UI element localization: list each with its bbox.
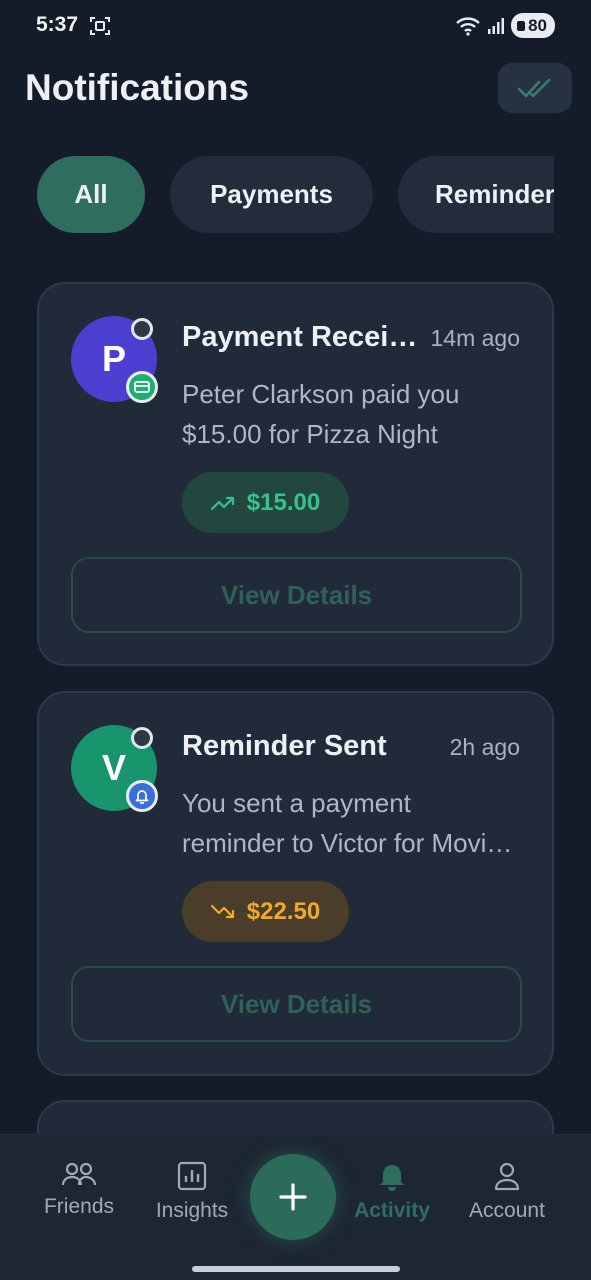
filter-chips: All Payments Reminders xyxy=(37,156,554,234)
filter-chip-reminders[interactable]: Reminders xyxy=(398,156,554,233)
wifi-icon xyxy=(456,16,480,36)
screenshot-icon xyxy=(90,17,110,35)
friends-icon xyxy=(61,1162,97,1186)
home-indicator xyxy=(192,1266,400,1272)
status-bar: 5:37 80 xyxy=(0,0,591,52)
battery-icon xyxy=(517,20,526,31)
nav-label: Account xyxy=(469,1199,545,1222)
bell-icon xyxy=(380,1165,404,1191)
trending-down-icon xyxy=(210,904,234,918)
filter-chip-payments[interactable]: Payments xyxy=(170,156,373,233)
amount-value: $22.50 xyxy=(246,897,321,925)
nav-label: Insights xyxy=(155,1199,229,1222)
add-expense-button[interactable] xyxy=(250,1154,336,1240)
nav-friends[interactable]: Friends xyxy=(24,1161,134,1219)
amount-pill: $15.00 xyxy=(182,472,349,533)
plus-icon xyxy=(279,1183,307,1211)
trending-up-icon xyxy=(210,496,234,510)
filter-chip-all[interactable]: All xyxy=(37,156,145,233)
status-dot xyxy=(131,727,153,749)
amount-value: $15.00 xyxy=(246,488,321,516)
notification-message: You sent a payment reminder to Victor fo… xyxy=(182,788,501,858)
reminder-badge xyxy=(126,780,158,812)
notification-title: Payment Received xyxy=(182,321,418,353)
nav-label: Activity xyxy=(354,1199,430,1222)
view-details-button[interactable]: View Details xyxy=(71,557,522,633)
view-details-button[interactable]: View Details xyxy=(71,966,522,1042)
bottom-nav: Friends Insights Activity Account xyxy=(0,1134,591,1280)
amount-pill: $22.50 xyxy=(182,881,349,942)
battery-level: 80 xyxy=(528,15,547,35)
nav-label: Friends xyxy=(43,1195,115,1218)
nav-activity[interactable]: Activity xyxy=(337,1161,447,1223)
notification-message: Peter Clarkson paid you $15.00 for Pizza… xyxy=(182,379,460,449)
payment-badge xyxy=(126,371,158,403)
bell-icon xyxy=(135,790,149,804)
notification-time: 14m ago xyxy=(430,325,520,351)
nav-account[interactable]: Account xyxy=(452,1161,562,1223)
status-time: 5:37 xyxy=(36,13,79,36)
notification-card[interactable]: V Reminder Sent 2h ago You sent a paymen… xyxy=(37,691,554,1076)
battery-indicator: 80 xyxy=(511,13,555,38)
notification-card[interactable]: P Payment Received 14m ago Peter Clarkso… xyxy=(37,282,554,666)
notification-time: 2h ago xyxy=(449,734,520,760)
notification-title: Reminder Sent xyxy=(182,730,387,762)
signal-icon xyxy=(488,17,505,34)
insights-icon xyxy=(177,1161,207,1191)
nav-insights[interactable]: Insights xyxy=(137,1161,247,1223)
status-dot xyxy=(131,318,153,340)
card-icon xyxy=(134,381,150,393)
mark-all-read-button[interactable] xyxy=(498,63,572,113)
double-check-icon xyxy=(517,78,551,98)
account-icon xyxy=(494,1162,520,1191)
page-title: Notifications xyxy=(25,67,250,108)
